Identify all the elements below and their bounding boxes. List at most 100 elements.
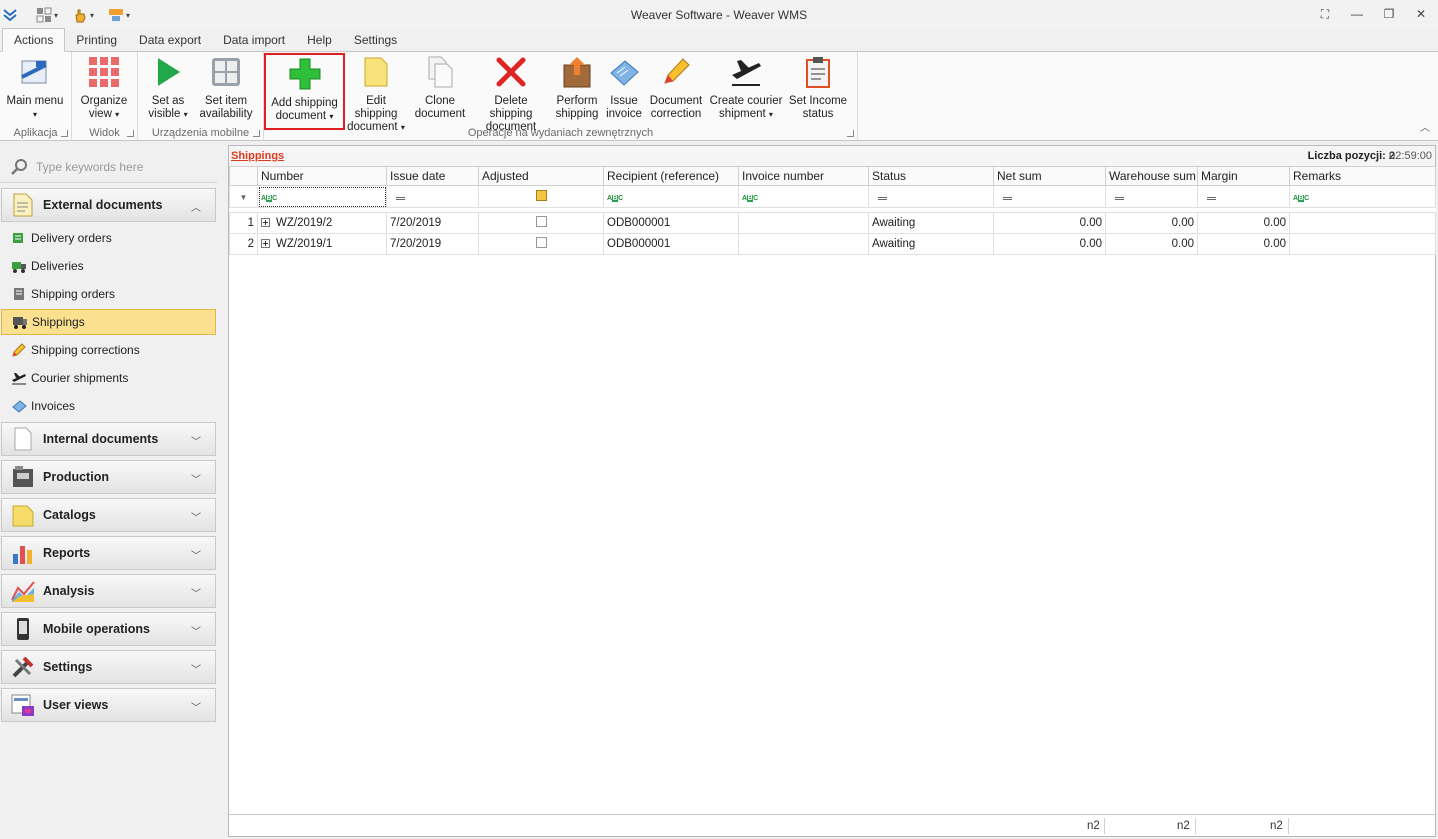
perform-shipping-label-2: shipping [555,108,599,120]
tab-help[interactable]: Help [296,29,343,51]
cell-margin[interactable]: 0.00 [1197,212,1290,234]
filter-cell-invoice-number[interactable]: ABC [738,185,869,208]
column-header-adjusted[interactable]: Adjusted [478,166,604,186]
column-header-net-sum[interactable]: Net sum [993,166,1106,186]
cell-warehouse-sum[interactable]: 0.00 [1105,212,1198,234]
tab-data-export[interactable]: Data export [128,29,212,51]
adjusted-checkbox[interactable] [535,216,547,227]
cell-remarks[interactable] [1289,233,1436,255]
filter-cell-adjusted[interactable] [478,185,604,208]
nav-group-settings[interactable]: Settings ﹀ [1,650,216,684]
filter-cell-remarks[interactable]: ABC [1289,185,1436,208]
sidebar-item-delivery-orders[interactable]: Delivery orders [1,225,216,251]
nav-group-reports[interactable]: Reports ﹀ [1,536,216,570]
cell-status[interactable]: Awaiting [868,233,994,255]
filter-cell-net-sum[interactable] [993,185,1106,208]
set-income-status-button[interactable]: Set Income status [788,55,848,121]
sidebar-item-shippings[interactable]: Shippings [1,309,216,335]
cell-invoice-number[interactable] [738,212,869,234]
cell-number[interactable]: WZ/2019/2 [257,212,387,234]
clone-document-button[interactable]: Clone document [412,55,468,121]
fullscreen-button[interactable]: ⛶ [1312,4,1338,24]
create-courier-shipment-button[interactable]: Create courier shipment ▾ [708,55,784,121]
tab-data-import[interactable]: Data import [212,29,296,51]
sidebar-item-label: Invoices [31,399,76,413]
cell-status[interactable]: Awaiting [868,212,994,234]
cell-issue-date[interactable]: 7/20/2019 [386,212,479,234]
close-button[interactable]: ✕ [1408,4,1434,24]
filter-cell-recipient[interactable]: ABC [603,185,739,208]
analysis-chart-icon [11,581,35,602]
sidebar-item-courier-shipments[interactable]: Courier shipments [1,365,216,391]
issue-invoice-button[interactable]: Issue invoice [604,55,644,121]
nav-group-catalogs[interactable]: Catalogs ﹀ [1,498,216,532]
filter-cell-warehouse-sum[interactable] [1105,185,1198,208]
search-box[interactable]: Type keywords here [0,151,217,183]
tab-printing[interactable]: Printing [65,29,128,51]
tab-actions[interactable]: Actions [2,28,66,52]
table-row[interactable]: 1 WZ/2019/2 7/20/2019 ODB000001 Awaiting… [229,212,1436,234]
nav-group-internal-documents[interactable]: Internal documents ﹀ [1,422,216,456]
delete-shipping-label-1: Delete shipping [489,95,533,120]
nav-group-user-views[interactable]: User views ﹀ [1,688,216,722]
expand-icon[interactable] [261,239,270,248]
group-launcher-icon[interactable] [847,130,854,137]
cell-margin[interactable]: 0.00 [1197,233,1290,255]
column-header-recipient[interactable]: Recipient (reference) [603,166,739,186]
tab-settings[interactable]: Settings [343,29,408,51]
delete-x-icon [494,55,528,89]
set-item-availability-button[interactable]: Set item availability [196,55,256,121]
cell-adjusted[interactable] [478,212,604,234]
group-launcher-icon[interactable] [61,130,68,137]
cell-recipient[interactable]: ODB000001 [603,233,739,255]
table-row[interactable]: 2 WZ/2019/1 7/20/2019 ODB000001 Awaiting… [229,233,1436,255]
delete-shipping-document-button[interactable]: Delete shipping document [472,55,550,134]
minimize-button[interactable]: — [1344,4,1370,24]
column-header-invoice-number[interactable]: Invoice number [738,166,869,186]
column-header-warehouse-sum[interactable]: Warehouse sum [1105,166,1198,186]
edit-shipping-document-button[interactable]: Edit shipping document ▾ [344,55,408,134]
main-menu-button[interactable]: Main menu ▾ [4,55,66,121]
organize-view-button[interactable]: Organize view ▾ [78,55,130,121]
cell-net-sum[interactable]: 0.00 [993,233,1106,255]
cell-issue-date[interactable]: 7/20/2019 [386,233,479,255]
cell-adjusted[interactable] [478,233,604,255]
restore-button[interactable]: ❐ [1376,4,1402,24]
sidebar-item-invoices[interactable]: Invoices [1,393,216,419]
expand-icon[interactable] [261,218,270,227]
column-header-issue-date[interactable]: Issue date [386,166,479,186]
column-header-remarks[interactable]: Remarks [1289,166,1436,186]
sidebar-item-shipping-orders[interactable]: Shipping orders [1,281,216,307]
cell-remarks[interactable] [1289,212,1436,234]
cell-warehouse-sum[interactable]: 0.00 [1105,233,1198,255]
perform-shipping-button[interactable]: Perform shipping [554,55,600,121]
nav-group-analysis[interactable]: Analysis ﹀ [1,574,216,608]
nav-group-production[interactable]: Production ﹀ [1,460,216,494]
filter-cell-margin[interactable] [1197,185,1290,208]
column-header-status[interactable]: Status [868,166,994,186]
adjusted-checkbox[interactable] [535,237,547,248]
set-visible-button[interactable]: Set as visible ▾ [146,55,190,121]
shippings-grid-panel: Shippings Liczba pozycji: 2 02:59:00 Num… [228,145,1436,837]
sidebar-item-deliveries[interactable]: Deliveries [1,253,216,279]
document-correction-button[interactable]: Document correction [648,55,704,121]
column-header-number[interactable]: Number [257,166,387,186]
group-launcher-icon[interactable] [127,130,134,137]
cell-invoice-number[interactable] [738,233,869,255]
cell-number[interactable]: WZ/2019/1 [257,233,387,255]
nav-group-mobile-operations[interactable]: Mobile operations ﹀ [1,612,216,646]
group-launcher-icon[interactable] [253,130,260,137]
main-menu-icon [18,55,52,89]
column-header-margin[interactable]: Margin [1197,166,1290,186]
ribbon-collapse-button[interactable]: ︿ [1420,119,1430,134]
add-shipping-document-button[interactable]: Add shipping document ▾ [264,53,345,130]
cell-net-sum[interactable]: 0.00 [993,212,1106,234]
sidebar-item-shipping-corrections[interactable]: Shipping corrections [1,337,216,363]
grid-title[interactable]: Shippings [231,150,284,162]
filter-cell-issue-date[interactable] [386,185,479,208]
cell-recipient[interactable]: ODB000001 [603,212,739,234]
filter-cell-number[interactable]: ABC [257,185,387,208]
nav-group-external-documents[interactable]: External documents ︿ [1,188,216,222]
title-bar: ▾ ▾ ▾ Weaver Software - Weaver WMS ⛶ — ❐… [0,0,1438,30]
filter-cell-status[interactable] [868,185,994,208]
